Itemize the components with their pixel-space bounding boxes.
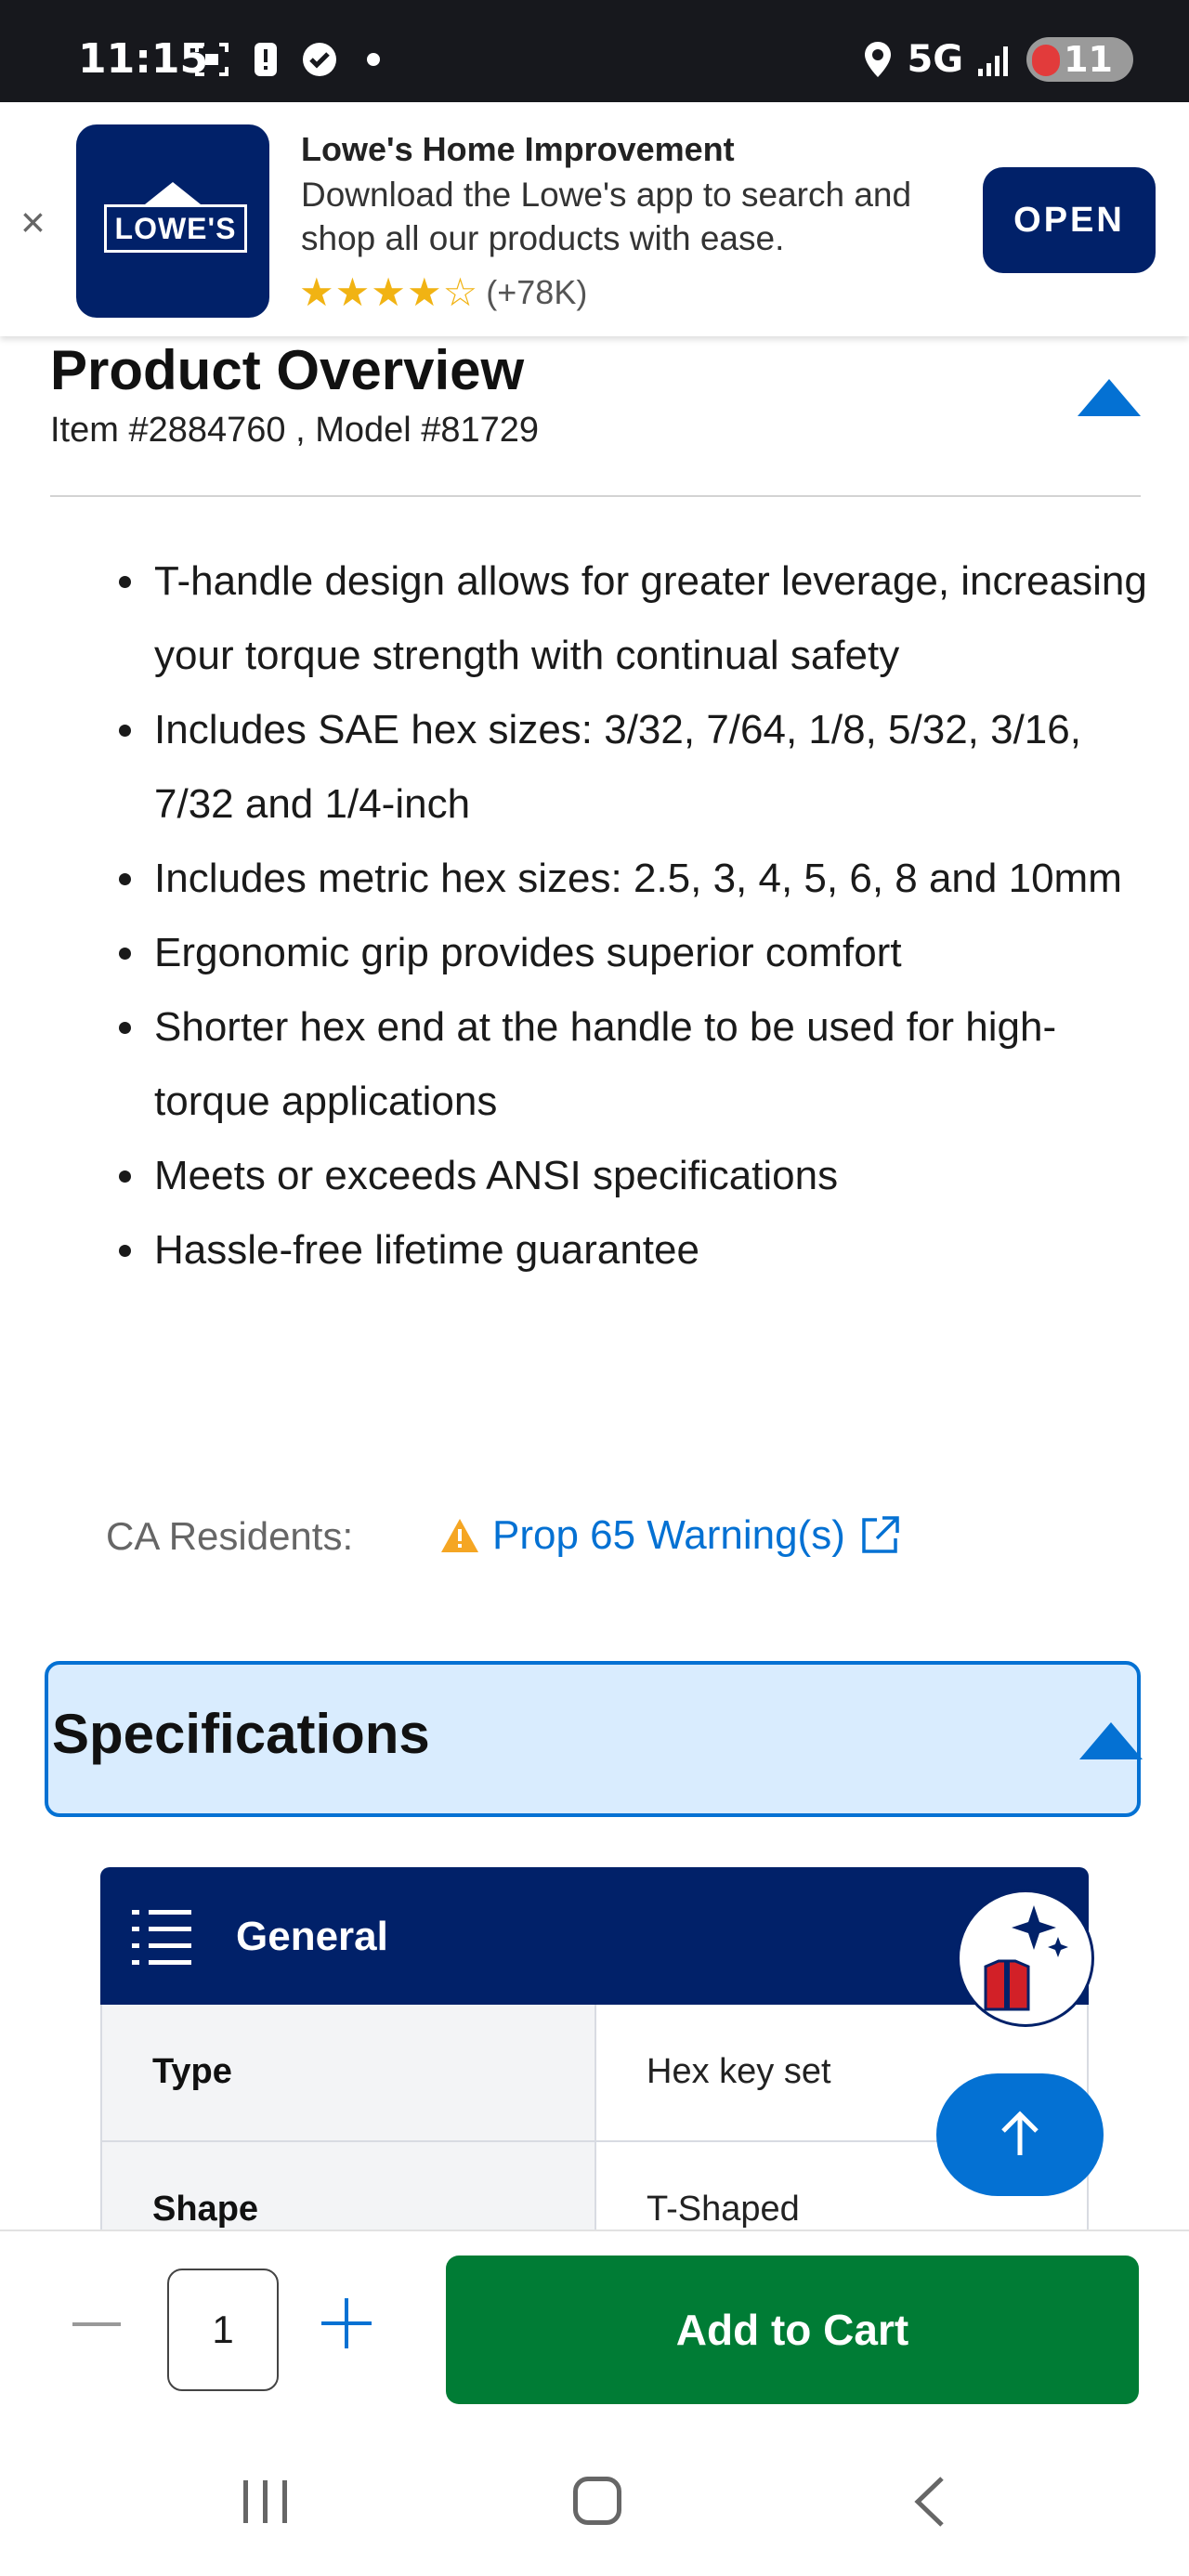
status-bar: 11:15 5G 11	[0, 0, 1189, 102]
open-app-button[interactable]: OPEN	[983, 167, 1156, 273]
rating-count: (+78K)	[486, 272, 588, 311]
feature-item: Shorter hex end at the handle to be used…	[119, 990, 1157, 1139]
status-notification-icons	[193, 41, 392, 78]
feature-item: Ergonomic grip provides superior comfort	[119, 916, 1157, 990]
spec-key: Type	[102, 2005, 596, 2140]
spec-value: Hex key set	[647, 2052, 831, 2091]
add-to-cart-button[interactable]: Add to Cart	[446, 2256, 1139, 2404]
star-rating-icon: ★★★★☆	[299, 270, 479, 314]
minus-icon[interactable]	[72, 2322, 121, 2326]
list-icon	[132, 1910, 191, 1965]
prop65-warning-link[interactable]: Prop 65 Warning(s)	[440, 1512, 901, 1559]
assistant-icon	[984, 1905, 1068, 2011]
divider	[50, 495, 1141, 497]
home-icon[interactable]	[573, 2477, 621, 2525]
external-link-icon	[862, 1516, 899, 1553]
quantity-input[interactable]: 1	[167, 2269, 279, 2391]
general-section-header: General	[100, 1867, 1089, 2005]
back-icon[interactable]	[910, 2475, 947, 2529]
feature-item: Meets or exceeds ANSI specifications	[119, 1139, 1157, 1213]
feature-item: Hassle-free lifetime guarantee	[119, 1213, 1157, 1288]
battery-indicator: 11	[1026, 37, 1133, 82]
feature-item: T-handle design allows for greater lever…	[119, 544, 1157, 693]
status-right: 5G 11	[862, 37, 1133, 82]
logo-roof	[145, 182, 201, 204]
location-icon	[865, 42, 892, 77]
add-to-cart-bar: 1 Add to Cart	[0, 2229, 1189, 2451]
product-overview-title: Product Overview	[50, 339, 525, 401]
close-icon[interactable]: ×	[20, 197, 46, 247]
collapse-overview-caret-up-icon[interactable]	[1078, 379, 1141, 416]
feature-list: T-handle design allows for greater lever…	[93, 544, 1157, 1288]
system-nav-bar	[0, 2449, 1189, 2576]
ca-residents-label: CA Residents:	[106, 1514, 354, 1558]
recents-icon[interactable]	[242, 2477, 290, 2527]
plus-icon[interactable]	[321, 2298, 372, 2348]
app-install-banner: × LOWE'S Lowe's Home Improvement Downloa…	[0, 102, 1189, 336]
banner-rating: ★★★★☆ (+78K)	[299, 269, 587, 315]
status-time: 11:15	[78, 35, 209, 83]
banner-description: Download the Lowe's app to search and sh…	[301, 176, 912, 257]
assistant-button[interactable]	[957, 1890, 1094, 2027]
prop65-link-text[interactable]: Prop 65 Warning(s)	[492, 1512, 845, 1559]
network-label: 5G	[907, 38, 964, 81]
feature-item: Includes metric hex sizes: 2.5, 3, 4, 5,…	[119, 842, 1157, 916]
arrow-up-icon	[1001, 2110, 1039, 2155]
dot-icon	[367, 53, 380, 66]
specifications-accordion[interactable]: Specifications	[45, 1661, 1143, 1817]
banner-title: Lowe's Home Improvement	[301, 130, 735, 168]
general-title: General	[236, 1914, 388, 1959]
feature-item: Includes SAE hex sizes: 3/32, 7/64, 1/8,…	[119, 693, 1157, 842]
scroll-to-top-button[interactable]	[936, 2073, 1104, 2196]
alert-icon	[255, 43, 277, 76]
check-circle-icon	[303, 43, 336, 76]
signal-icon	[978, 46, 1009, 76]
collapse-specifications-caret-up-icon[interactable]	[1079, 1722, 1143, 1759]
item-model-number: Item #2884760 , Model #81729	[50, 411, 540, 450]
screenshot-icon	[195, 43, 229, 76]
specifications-title: Specifications	[52, 1703, 430, 1765]
warning-icon	[441, 1519, 478, 1552]
logo-text: LOWE'S	[104, 204, 247, 253]
lowes-logo: LOWE'S	[76, 124, 269, 318]
